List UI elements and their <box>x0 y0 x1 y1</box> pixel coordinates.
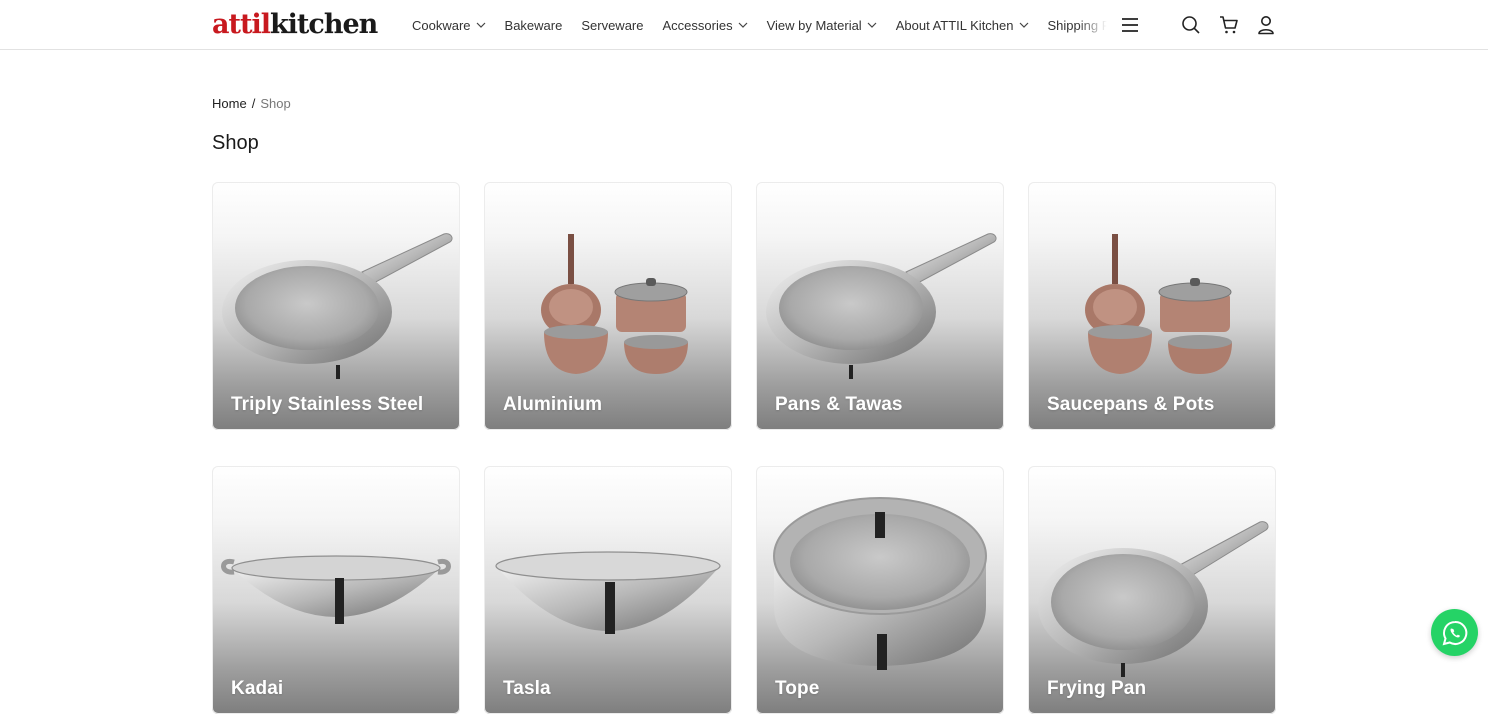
chevron-down-icon <box>867 22 877 28</box>
cookware-set-image <box>1085 234 1232 374</box>
frying-pan-image <box>766 233 997 379</box>
breadcrumb-separator: / <box>251 96 256 111</box>
chevron-down-icon <box>738 22 747 28</box>
nav-item-cookware[interactable]: Cookware <box>412 18 486 33</box>
nav-item-label: Cookware <box>412 17 471 33</box>
nav-item-label: About ATTIL Kitchen <box>895 17 1014 33</box>
main-nav: Cookware Bakeware Serveware Accessories … <box>412 0 1108 50</box>
nav-item-bakeware[interactable]: Bakeware <box>505 18 563 33</box>
category-card[interactable]: Tasla <box>484 466 732 714</box>
category-card[interactable]: Pans & Tawas <box>756 182 1004 430</box>
chevron-down-icon <box>476 22 485 28</box>
cart-icon[interactable] <box>1218 14 1240 36</box>
breadcrumb-current: Shop <box>260 96 291 111</box>
category-label: Aluminium <box>503 394 603 415</box>
logo-text-part2: kitchen <box>269 9 378 40</box>
category-label: Pans & Tawas <box>775 394 903 415</box>
category-label: Saucepans & Pots <box>1047 394 1215 415</box>
nav-item-label: Bakeware <box>504 17 563 33</box>
category-label: Frying Pan <box>1047 678 1147 699</box>
category-label: Triply Stainless Steel <box>231 394 424 415</box>
nav-overflow-fade <box>1078 0 1112 49</box>
menu-icon[interactable] <box>1119 14 1141 36</box>
tasla-image <box>495 551 721 634</box>
nav-item-label: View by Material <box>766 17 862 33</box>
nav-item-view-by-material[interactable]: View by Material <box>767 18 877 33</box>
site-logo[interactable]: attilkitchen <box>212 8 378 42</box>
chevron-down-icon <box>1019 22 1028 28</box>
account-icon[interactable] <box>1255 14 1277 36</box>
breadcrumb-home-link[interactable]: Home <box>212 96 247 111</box>
category-card[interactable]: Aluminium <box>484 182 732 430</box>
category-card[interactable]: Saucepans & Pots <box>1028 182 1276 430</box>
nav-item-label: Accessories <box>662 17 733 33</box>
search-icon[interactable] <box>1180 14 1202 36</box>
cookware-set-image <box>541 234 688 374</box>
breadcrumb: Home / Shop <box>212 96 291 111</box>
nav-item-about[interactable]: About ATTIL Kitchen <box>896 18 1029 33</box>
category-card[interactable]: Frying Pan <box>1028 466 1276 714</box>
category-card[interactable]: Triply Stainless Steel <box>212 182 460 430</box>
category-label: Kadai <box>231 678 284 699</box>
frying-pan-image <box>1038 521 1269 677</box>
nav-item-serveware[interactable]: Serveware <box>581 18 643 33</box>
tope-image <box>773 497 987 670</box>
category-label: Tope <box>775 678 820 699</box>
category-card[interactable]: Kadai <box>212 466 460 714</box>
whatsapp-icon <box>1442 620 1467 645</box>
whatsapp-chat-button[interactable] <box>1431 609 1478 656</box>
category-card[interactable]: Tope <box>756 466 1004 714</box>
kadai-image <box>221 555 451 624</box>
logo-text-part1: attil <box>212 9 271 40</box>
frying-pan-image <box>222 233 453 379</box>
category-label: Tasla <box>503 678 551 699</box>
page-title: Shop <box>212 132 259 154</box>
site-header: attilkitchen Cookware Bakeware Serveware… <box>0 0 1488 50</box>
nav-item-accessories[interactable]: Accessories <box>662 18 747 33</box>
nav-item-label: Serveware <box>581 17 644 33</box>
